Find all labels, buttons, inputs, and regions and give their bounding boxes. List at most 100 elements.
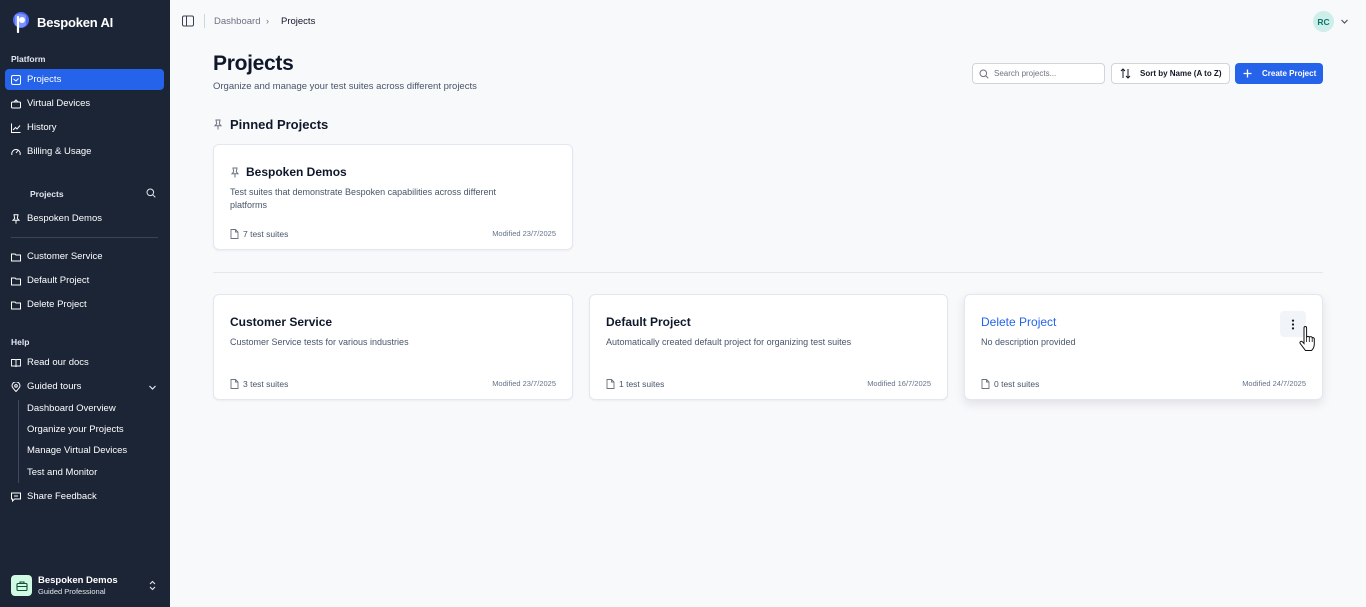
pin-icon [230,167,240,177]
file-icon [606,379,615,389]
project-card-bespoken-demos[interactable]: Bespoken Demos Test suites that demonstr… [213,144,573,250]
section-label-projects: Projects [30,189,64,199]
sidebar-item-projects[interactable]: Projects [5,69,164,90]
project-card-modified: Modified 23/7/2025 [492,379,556,388]
sidebar-item-label: Customer Service [27,251,103,262]
suite-count-text: 3 test suites [243,379,289,389]
breadcrumb-current: Projects [281,16,316,27]
project-card-title: Default Project [606,315,691,329]
suite-count-text: 1 test suites [619,379,665,389]
workspace-plan: Guided Professional [38,587,106,596]
hand-cursor-icon [1299,326,1315,351]
file-icon [230,379,239,389]
tour-organize-projects[interactable]: Organize your Projects [27,424,124,435]
project-card-description: Test suites that demonstrate Bespoken ca… [230,187,496,210]
chart-line-icon [11,123,21,133]
project-card-suite-count: 7 test suites [230,229,288,239]
section-label-help: Help [11,337,30,347]
project-card-customer-service[interactable]: Customer Service Customer Service tests … [213,294,573,400]
sort-button[interactable]: Sort by Name (A to Z) [1111,63,1230,84]
breadcrumb-dashboard[interactable]: Dashboard [214,16,260,27]
project-card-title[interactable]: Delete Project [981,315,1056,329]
suite-count-text: 7 test suites [243,229,289,239]
workspace-avatar [11,575,32,596]
tour-test-and-monitor[interactable]: Test and Monitor [27,467,97,478]
sidebar-item-label: Guided tours [27,381,82,392]
sidebar-item-label: History [27,122,57,133]
sidebar-item-label: Bespoken Demos [27,213,102,224]
project-card-suite-count: 0 test suites [981,379,1039,389]
project-card-description: Customer Service tests for various indus… [230,337,409,347]
message-icon [11,492,21,502]
search-icon[interactable] [146,188,156,198]
project-card-modified: Modified 16/7/2025 [867,379,931,388]
tour-dashboard-overview[interactable]: Dashboard Overview [27,403,116,414]
sidebar-item-default-project[interactable]: Default Project [5,270,164,291]
book-icon [11,358,21,367]
brand-name: Bespoken AI [37,14,114,30]
pin-icon [213,119,223,130]
sidebar-item-bespoken-demos[interactable]: Bespoken Demos [5,208,164,229]
project-card-title: Customer Service [230,315,333,329]
sort-arrows-icon [1120,68,1131,79]
brand[interactable]: Bespoken AI [10,11,113,33]
user-avatar[interactable]: RC [1313,11,1334,32]
section-label-platform: Platform [11,54,46,64]
brand-logo-icon [13,12,29,33]
pin-icon [11,213,21,224]
gauge-icon [11,148,21,155]
sidebar-item-guided-tours[interactable]: Guided tours [5,376,164,397]
sidebar-item-label: Virtual Devices [27,98,91,109]
breadcrumb-separator-icon: › [266,16,269,26]
page-title: Projects [213,52,294,75]
page-subtitle: Organize and manage your test suites acr… [213,81,477,92]
sidebar-item-label: Share Feedback [27,491,97,502]
sidebar-item-customer-service[interactable]: Customer Service [5,246,164,267]
sidebar-item-history[interactable]: History [5,117,164,138]
chevrons-up-down-icon[interactable] [148,579,157,592]
folder-icon [11,253,21,261]
project-card-delete-project[interactable]: Delete Project No description provided 0… [964,294,1323,400]
workspace-name: Bespoken Demos [38,575,118,586]
folder-icon [11,277,21,285]
sort-button-label: Sort by Name (A to Z) [1140,69,1222,78]
plus-icon [1243,69,1252,78]
sidebar-item-label: Delete Project [27,299,87,310]
projects-icon [11,74,21,85]
workspace-switcher[interactable]: Bespoken Demos Guided Professional [11,575,118,596]
tour-manage-virtual-devices[interactable]: Manage Virtual Devices [27,445,127,456]
create-project-button[interactable]: Create Project [1235,63,1323,84]
sidebar-item-virtual-devices[interactable]: Virtual Devices [5,93,164,114]
sidebar-item-billing[interactable]: Billing & Usage [5,141,164,162]
project-card-description: No description provided [981,337,1076,347]
sidebar-item-label: Billing & Usage [27,146,92,157]
sidebar-item-label: Default Project [27,275,90,286]
tours-tree-line [18,400,19,483]
sidebar-item-share-feedback[interactable]: Share Feedback [5,486,164,507]
search-input[interactable] [994,69,1094,78]
folder-icon [11,301,21,309]
create-project-label: Create Project [1262,69,1317,78]
sidebar-divider [11,237,158,238]
chevron-down-icon[interactable] [1340,17,1349,26]
sidebar-item-docs[interactable]: Read our docs [5,352,164,373]
chevron-down-icon[interactable] [148,383,157,392]
file-icon [230,229,239,239]
section-divider [213,272,1323,273]
pinned-projects-title: Pinned Projects [230,117,329,132]
project-card-suite-count: 3 test suites [230,379,288,389]
sidebar-item-label: Projects [27,74,62,85]
map-pin-icon [11,381,21,392]
sidebar-toggle-icon[interactable] [182,15,194,27]
project-card-suite-count: 1 test suites [606,379,664,389]
suite-count-text: 0 test suites [994,379,1040,389]
briefcase-icon [15,580,28,591]
more-vertical-icon [1291,319,1295,329]
project-card-default-project[interactable]: Default Project Automatically created de… [589,294,948,400]
project-card-modified: Modified 24/7/2025 [1242,379,1306,388]
topbar-separator [204,14,205,28]
search-field[interactable] [972,63,1105,84]
sidebar-item-delete-project[interactable]: Delete Project [5,294,164,315]
sidebar: Bespoken AI Platform Projects Virtual De… [0,0,170,607]
pinned-projects-heading: Pinned Projects [213,117,328,132]
